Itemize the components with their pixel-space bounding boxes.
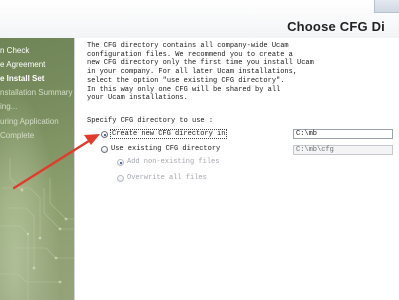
description-line: select the option "use existing CFG dire…	[87, 76, 285, 85]
nav-step-install-set: e Install Set	[0, 74, 45, 83]
overwrite-all-radio[interactable]	[117, 175, 124, 182]
nav-step-installation-summary: nstallation Summary	[0, 88, 73, 97]
nav-step-configuring: uring Application	[0, 117, 59, 126]
description-line: configuration files. We recommend you to…	[87, 50, 293, 59]
description-line: The CFG directory contains all company-w…	[87, 42, 289, 50]
nav-step-agreement: e Agreement	[0, 60, 46, 69]
create-new-cfg-label[interactable]: Create new CFG directory in	[110, 129, 228, 139]
use-existing-cfg-label[interactable]: Use existing CFG directory	[111, 145, 220, 153]
description-line: new CFG directory only the first time yo…	[87, 59, 314, 68]
nav-step-installing: ing...	[0, 102, 18, 111]
description-line: in your company. For all later Ucam inst…	[87, 68, 298, 77]
add-non-existing-label[interactable]: Add non-existing files	[127, 158, 219, 166]
create-new-cfg-path-input[interactable]: C:\mb	[293, 129, 393, 139]
description-text: The CFG directory contains all company-w…	[87, 42, 314, 103]
nav-step-complete: Complete	[0, 131, 35, 140]
use-existing-cfg-path-input[interactable]: C:\mb\cfg	[293, 145, 393, 155]
description-line: In this way only one CFG will be shared …	[87, 85, 281, 94]
nav-step-check: n Check	[0, 46, 30, 55]
page-title: Choose CFG Di	[287, 19, 385, 34]
window-corner-control[interactable]	[374, 0, 399, 13]
description-line: your Ucam installations.	[87, 94, 188, 103]
main-content: The CFG directory contains all company-w…	[74, 38, 399, 300]
header-bar: Choose CFG Di	[0, 0, 399, 39]
step-navigation-panel: n Check e Agreement e Install Set nstall…	[0, 38, 74, 300]
add-non-existing-radio[interactable]	[117, 159, 124, 166]
use-existing-cfg-radio[interactable]	[101, 146, 108, 153]
create-new-cfg-radio[interactable]	[101, 131, 108, 138]
specify-label: Specify CFG directory to use :	[87, 117, 214, 125]
overwrite-all-label[interactable]: Overwrite all files	[127, 174, 207, 182]
